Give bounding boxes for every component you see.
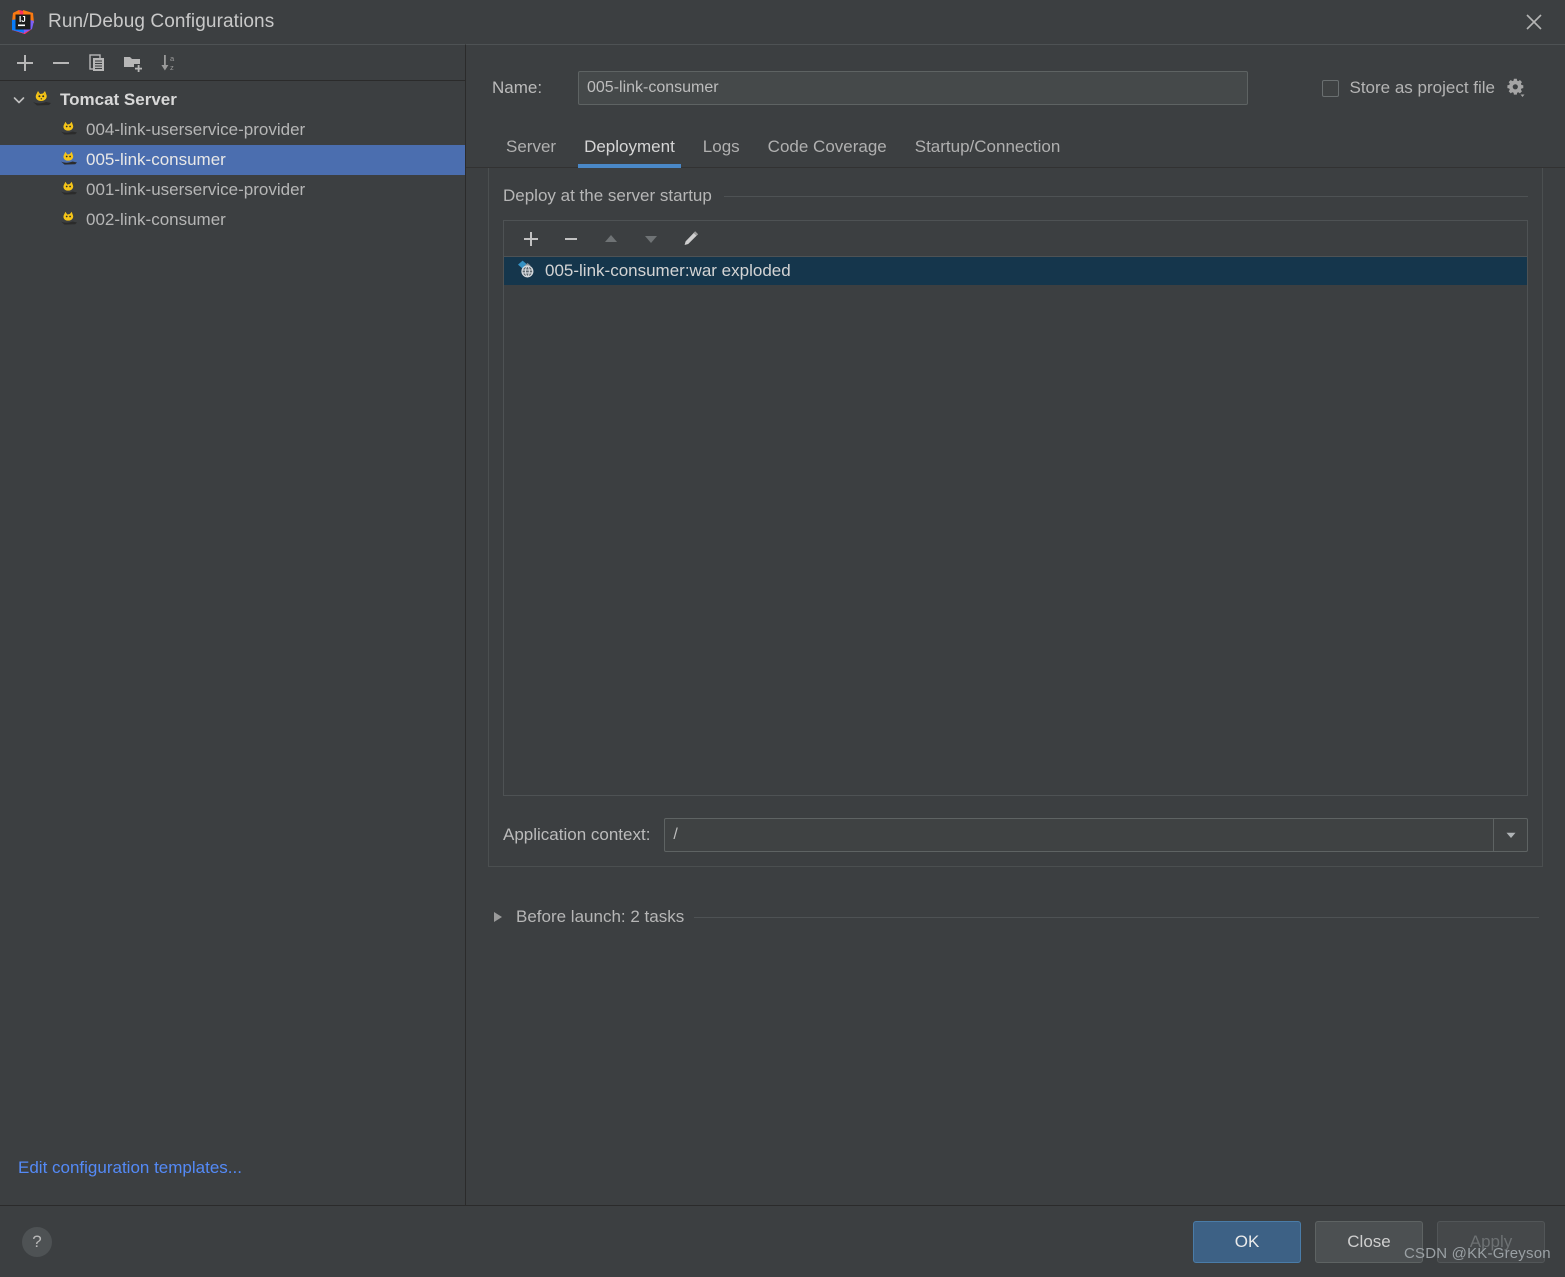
- help-icon: ?: [32, 1231, 42, 1251]
- minus-icon: [565, 237, 577, 240]
- dialog-body: a z Tomcat Server 004-link-userservice-p…: [0, 44, 1565, 1205]
- sidebar-item-label: 004-link-userservice-provider: [86, 120, 306, 139]
- sidebar-item-002-link-consumer[interactable]: 002-link-consumer: [0, 205, 465, 235]
- name-label: Name:: [492, 78, 543, 97]
- edit-configuration-templates-link[interactable]: Edit configuration templates...: [18, 1158, 242, 1178]
- configuration-tabs: Server Deployment Logs Code Coverage Sta…: [466, 105, 1565, 168]
- list-item-label: 005-link-consumer:war exploded: [545, 261, 791, 280]
- arrow-down-icon: [645, 235, 657, 243]
- store-as-project-file-group: Store as project file: [1322, 77, 1541, 99]
- sort-configurations-button[interactable]: a z: [152, 48, 186, 78]
- configuration-editor-panel: Name: Store as project file Server: [466, 44, 1565, 1205]
- sort-alphabetical-icon: a z: [161, 54, 175, 72]
- sidebar-item-001-link-userservice-provider[interactable]: 001-link-userservice-provider: [0, 175, 465, 205]
- tab-startup-connection[interactable]: Startup/Connection: [901, 131, 1075, 167]
- window-title: Run/Debug Configurations: [48, 11, 275, 32]
- name-row: Name: Store as project file: [466, 45, 1565, 105]
- intellij-idea-logo-icon: IJ: [10, 9, 36, 35]
- sidebar-item-label: 002-link-consumer: [86, 210, 226, 229]
- apply-button: Apply: [1437, 1220, 1545, 1263]
- save-configuration-button[interactable]: [116, 48, 150, 78]
- store-as-project-file-label[interactable]: Store as project file: [1349, 78, 1495, 98]
- gear-icon[interactable]: [1505, 77, 1527, 99]
- sidebar-toolbar: a z: [0, 45, 465, 81]
- group-title: Deploy at the server startup: [503, 186, 712, 205]
- tab-server[interactable]: Server: [492, 131, 570, 167]
- artifacts-toolbar: [504, 221, 1527, 257]
- remove-artifact-button[interactable]: [552, 224, 590, 254]
- tab-deployment[interactable]: Deployment: [570, 131, 689, 168]
- run-debug-configurations-dialog: IJ Run/Debug Configurations a z Tomcat S…: [0, 0, 1565, 1277]
- help-button[interactable]: ?: [22, 1226, 52, 1257]
- add-artifact-button[interactable]: [512, 224, 550, 254]
- before-launch-label[interactable]: Before launch: 2 tasks: [516, 907, 684, 927]
- sidebar-item-label: 005-link-consumer: [86, 150, 226, 169]
- plus-icon: [17, 54, 33, 71]
- application-context-field[interactable]: [664, 818, 1528, 852]
- copy-icon: [89, 53, 104, 71]
- group-divider: [723, 195, 1528, 197]
- tomcat-icon: [60, 180, 78, 201]
- tomcat-icon: [32, 89, 52, 112]
- dialog-button-bar: ? OK Close Apply: [0, 1205, 1565, 1277]
- sidebar-footer: Edit configuration templates...: [0, 1131, 465, 1205]
- copy-configuration-button[interactable]: [80, 48, 114, 78]
- tomcat-icon: [60, 150, 78, 171]
- tree-root-label: Tomcat Server: [60, 90, 177, 109]
- triangle-right-icon[interactable]: [492, 910, 506, 924]
- tab-code-coverage[interactable]: Code Coverage: [754, 131, 901, 167]
- move-down-button[interactable]: [632, 224, 670, 254]
- minus-icon: [53, 61, 69, 64]
- close-icon: [1526, 14, 1542, 30]
- tab-logs[interactable]: Logs: [689, 131, 754, 167]
- pencil-icon: [684, 230, 698, 245]
- dialog-actions: OK Close Apply: [1193, 1220, 1545, 1263]
- sidebar-item-005-link-consumer[interactable]: 005-link-consumer: [0, 145, 465, 175]
- application-context-row: Application context:: [503, 818, 1528, 852]
- artifacts-list: 005-link-consumer:war exploded: [504, 257, 1527, 795]
- application-context-input[interactable]: [665, 819, 1493, 851]
- close-button[interactable]: Close: [1315, 1220, 1423, 1263]
- svg-text:IJ: IJ: [19, 15, 26, 24]
- list-item[interactable]: 005-link-consumer:war exploded: [504, 257, 1527, 285]
- remove-configuration-button[interactable]: [44, 48, 78, 78]
- title-bar: IJ Run/Debug Configurations: [0, 0, 1565, 44]
- artifact-icon: [516, 259, 536, 284]
- before-launch-divider: [694, 916, 1539, 918]
- move-up-button[interactable]: [592, 224, 630, 254]
- deployment-artifacts-panel: 005-link-consumer:war exploded: [503, 220, 1528, 796]
- tomcat-icon: [60, 120, 78, 141]
- ok-button[interactable]: OK: [1193, 1220, 1301, 1263]
- edit-artifact-button[interactable]: [672, 224, 710, 254]
- close-window-button[interactable]: [1503, 0, 1565, 44]
- name-input[interactable]: [578, 71, 1248, 105]
- svg-text:a: a: [170, 54, 175, 63]
- chevron-down-icon: [1506, 832, 1515, 838]
- application-context-dropdown-button[interactable]: [1493, 819, 1527, 851]
- before-launch-section: Before launch: 2 tasks: [488, 907, 1543, 927]
- application-context-label: Application context:: [503, 825, 651, 844]
- configurations-sidebar: a z Tomcat Server 004-link-userservice-p…: [0, 44, 466, 1205]
- configurations-tree: Tomcat Server 004-link-userservice-provi…: [0, 81, 465, 1131]
- svg-text:z: z: [170, 63, 174, 72]
- tomcat-icon: [60, 210, 78, 231]
- store-as-project-file-checkbox[interactable]: [1322, 79, 1340, 97]
- add-configuration-button[interactable]: [8, 48, 42, 78]
- arrow-up-icon: [605, 234, 617, 242]
- sidebar-item-004-link-userservice-provider[interactable]: 004-link-userservice-provider: [0, 115, 465, 145]
- chevron-down-icon[interactable]: [8, 89, 30, 111]
- sidebar-item-label: 001-link-userservice-provider: [86, 180, 306, 199]
- plus-icon: [524, 231, 538, 246]
- group-title-row: Deploy at the server startup: [503, 186, 1528, 206]
- deploy-at-server-startup-group: Deploy at the server startup 005-link-co…: [488, 168, 1543, 867]
- folder-add-icon: [124, 56, 143, 73]
- tree-root-tomcat-server[interactable]: Tomcat Server: [0, 85, 465, 115]
- deployment-tab-content: Deploy at the server startup 005-link-co…: [466, 168, 1565, 1205]
